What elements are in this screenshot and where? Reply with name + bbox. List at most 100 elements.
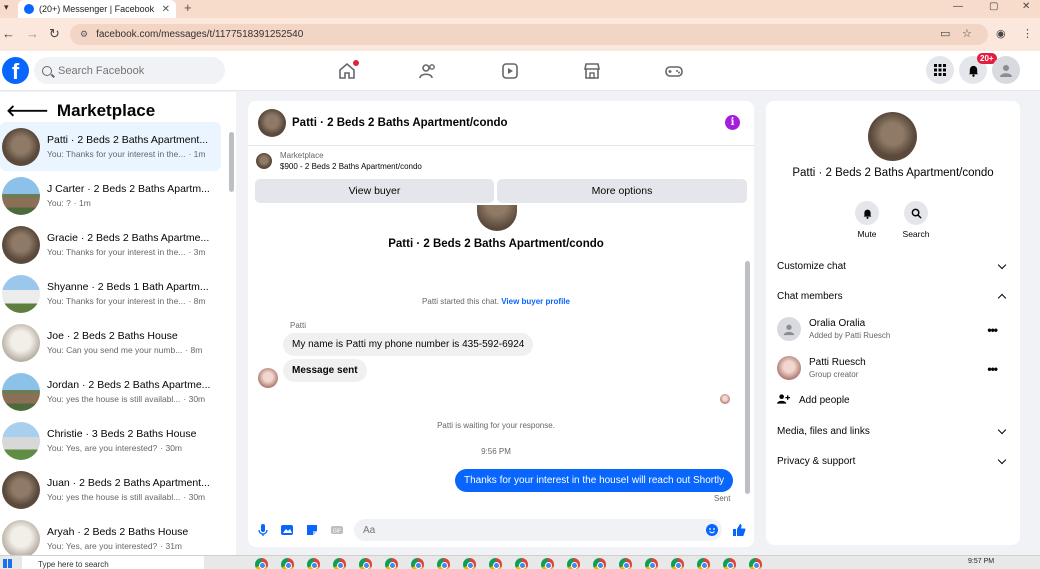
chrome-taskbar-icon[interactable] [411, 558, 424, 569]
site-info-icon[interactable]: ⚙ [80, 29, 88, 40]
account-avatar[interactable] [992, 56, 1020, 84]
chrome-taskbar-icon[interactable] [645, 558, 658, 569]
menu-grid-icon[interactable] [926, 56, 954, 84]
address-bar[interactable]: ⚙ facebook.com/messages/t/11775183912525… [70, 24, 988, 45]
chrome-taskbar-icon[interactable] [749, 558, 762, 569]
chrome-taskbar-icon[interactable] [619, 558, 632, 569]
chat-list-item[interactable]: Jordan · 2 Beds 2 Baths Apartme... You: y… [0, 367, 221, 416]
member-row[interactable]: Patti Ruesch Group creator ••• [777, 354, 1009, 382]
chrome-taskbar-icon[interactable] [385, 558, 398, 569]
forward-icon[interactable]: → [26, 26, 39, 41]
chrome-taskbar-icon[interactable] [255, 558, 268, 569]
chrome-taskbar-icon[interactable] [307, 558, 320, 569]
friends-icon[interactable] [418, 61, 438, 81]
chat-list-item[interactable]: Juan · 2 Beds 2 Baths Apartment... You: y… [0, 465, 221, 514]
gif-icon[interactable]: GIF [330, 523, 344, 537]
tab-search-icon[interactable]: ▾ [4, 2, 9, 13]
chrome-taskbar-icon[interactable] [593, 558, 606, 569]
chrome-taskbar-icon[interactable] [359, 558, 372, 569]
search-input[interactable] [58, 64, 208, 77]
customize-chat-section[interactable]: Customize chat [777, 256, 1009, 276]
chat-name: Gracie · 2 Beds 2 Baths Apartme... [47, 232, 210, 244]
chat-started-text: Patti started this chat. [422, 297, 499, 306]
more-options-icon[interactable]: ••• [987, 362, 998, 376]
chrome-taskbar-icon[interactable] [333, 558, 346, 569]
cast-icon[interactable]: ▭ [940, 27, 950, 40]
close-window-icon[interactable]: ✕ [1022, 1, 1030, 12]
browser-tab[interactable]: (20+) Messenger | Facebook ✕ [18, 0, 176, 18]
conversation-info-icon[interactable]: i [725, 115, 740, 130]
marketplace-icon[interactable] [582, 61, 602, 81]
back-icon[interactable]: ← [2, 26, 15, 41]
chat-name: Christie · 3 Beds 2 Baths House [47, 428, 197, 440]
conversation-title[interactable]: Patti · 2 Beds 2 Baths Apartment/condo [292, 117, 508, 129]
media-files-section[interactable]: Media, files and links [777, 421, 1009, 441]
chrome-taskbar-icon[interactable] [489, 558, 502, 569]
new-tab-icon[interactable]: + [184, 0, 192, 16]
maximize-icon[interactable]: ▢ [989, 1, 998, 12]
browser-toolbar: ← → ↻ ⚙ facebook.com/messages/t/11775183… [0, 18, 1040, 51]
reload-icon[interactable]: ↻ [49, 26, 60, 42]
chat-name: Aryah · 2 Beds 2 Baths House [47, 526, 189, 538]
chat-list-item[interactable]: Aryah · 2 Beds 2 Baths House You: Yes, ar… [0, 514, 221, 555]
conversation-scrollbar[interactable] [745, 261, 750, 494]
windows-start-icon[interactable] [3, 559, 12, 568]
chat-info-avatar[interactable] [868, 112, 917, 161]
photo-icon[interactable] [280, 523, 294, 537]
chat-members-section[interactable]: Chat members [777, 286, 1009, 306]
chat-preview: You: Can you send me your numb... [47, 345, 183, 355]
incoming-message-bubble[interactable]: Message sent [283, 359, 367, 382]
chrome-taskbar-icon[interactable] [281, 558, 294, 569]
gaming-icon[interactable] [664, 61, 684, 81]
search-action[interactable]: Search [896, 201, 936, 239]
more-options-button[interactable]: More options [497, 179, 747, 203]
member-row[interactable]: Oralia Oralia Added by Patti Ruesch ••• [777, 315, 1009, 343]
chat-list-scrollbar[interactable] [229, 132, 234, 192]
watch-icon[interactable] [500, 61, 520, 81]
sender-avatar[interactable] [258, 368, 278, 388]
chrome-taskbar-icon[interactable] [541, 558, 554, 569]
incoming-message-bubble[interactable]: My name is Patti my phone number is 435-… [283, 333, 534, 356]
facebook-search[interactable] [34, 57, 225, 84]
view-buyer-button[interactable]: View buyer [255, 179, 494, 203]
close-tab-icon[interactable]: ✕ [162, 4, 170, 15]
listing-summary[interactable]: Marketplace $900 - 2 Beds 2 Baths Apartm… [256, 151, 422, 171]
chrome-taskbar-icon[interactable] [671, 558, 684, 569]
conversation-panel: Patti · 2 Beds 2 Baths Apartment/condo i… [248, 101, 754, 547]
profile-icon[interactable]: ◉ [996, 27, 1006, 40]
minimize-icon[interactable]: — [953, 1, 963, 12]
privacy-support-section[interactable]: Privacy & support [777, 451, 1009, 471]
like-thumb-icon[interactable] [732, 523, 746, 537]
back-arrow-icon[interactable]: 🡐 [6, 100, 49, 121]
chrome-taskbar-icon[interactable] [515, 558, 528, 569]
outgoing-message-bubble[interactable]: Thanks for your interest in the houseI w… [455, 469, 734, 492]
sticker-icon[interactable] [305, 523, 319, 537]
mute-action[interactable]: Mute [847, 201, 887, 239]
home-icon[interactable] [337, 60, 359, 81]
chat-list-item[interactable]: Gracie · 2 Beds 2 Baths Apartme... You: T… [0, 220, 221, 269]
chrome-taskbar-icon[interactable] [437, 558, 450, 569]
taskbar-clock[interactable]: 9:57 PM [968, 558, 994, 565]
microphone-icon[interactable] [256, 523, 270, 537]
chat-time: · 3m [188, 247, 206, 257]
emoji-icon[interactable] [705, 523, 719, 537]
conversation-avatar[interactable] [258, 109, 286, 137]
sent-status: Sent [714, 494, 731, 503]
add-people-button[interactable]: Add people [777, 393, 850, 408]
more-options-icon[interactable]: ••• [987, 323, 998, 337]
chat-list-item[interactable]: Joe · 2 Beds 2 Baths House You: Can you s… [0, 318, 221, 367]
chrome-taskbar-icon[interactable] [463, 558, 476, 569]
chat-list-item[interactable]: Shyanne · 2 Beds 1 Bath Apartm... You: Th… [0, 269, 221, 318]
chrome-taskbar-icon[interactable] [697, 558, 710, 569]
chat-list-item[interactable]: Christie · 3 Beds 2 Baths House You: Yes,… [0, 416, 221, 465]
taskbar-search[interactable]: Type here to search [22, 556, 204, 569]
chat-list-item[interactable]: J Carter · 2 Beds 2 Baths Apartm... You: … [0, 171, 221, 220]
chrome-taskbar-icon[interactable] [567, 558, 580, 569]
bookmark-star-icon[interactable]: ☆ [962, 27, 972, 40]
view-buyer-profile-link[interactable]: View buyer profile [501, 297, 570, 306]
browser-menu-icon[interactable]: ⋮ [1022, 27, 1033, 40]
message-input[interactable] [354, 519, 722, 541]
chrome-taskbar-icon[interactable] [723, 558, 736, 569]
chat-list-item[interactable]: Patti · 2 Beds 2 Baths Apartment... You: … [0, 122, 221, 171]
facebook-logo[interactable]: f [2, 57, 29, 84]
